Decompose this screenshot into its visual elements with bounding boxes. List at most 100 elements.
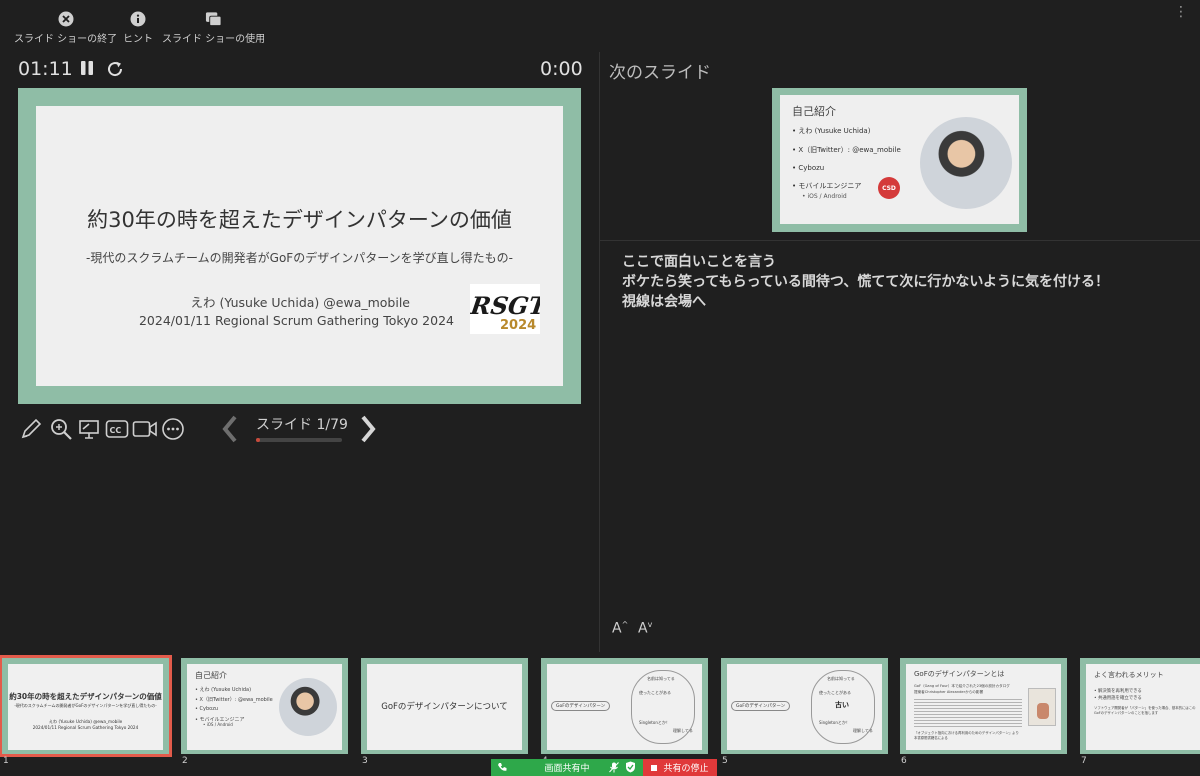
thumbnail-number: 3 [362,756,368,766]
notes-line: ここで面白いことを言う [622,254,776,270]
rsgt-logo: RSGT 2024 [468,284,551,334]
thumb-text: 提案者Christopher Alexanderからの影響 [914,690,984,694]
svg-text:2024: 2024 [500,318,536,333]
next-slide-item: • X（旧Twitter）: @ewa_mobile [792,146,901,154]
phone-icon [497,762,507,775]
slide-counter: スライド 1/79 [256,417,348,433]
stop-sharing-label: 共有の停止 [663,764,709,774]
windows-icon [205,10,222,27]
shield-icon [625,761,636,776]
thumb-date: 2024/01/11 Regional Scrum Gathering Toky… [32,725,139,730]
next-slide-title: 自己紹介 [792,105,836,118]
bubble-center: 古い [835,701,849,709]
thumb-text: GoF（Gang of Four）本で紹介された23個の設計カタログ [914,684,1010,688]
profile-photo [920,117,1012,209]
thumb-item: • えわ (Yusuke Uchida) [195,687,252,693]
elapsed-timer: 01:11 [18,58,73,80]
subtitles-icon[interactable]: CC [104,416,130,442]
thumb-item: • Cybozu [195,706,219,712]
pointer-icon[interactable] [76,416,102,442]
slide-subtitle: -現代のスクラムチームの開発者がGoFのデザインパターンを学び直し得たもの- [86,251,513,265]
thumb-title: GoFのデザインパターンとは [914,670,1005,678]
current-slide-content: 約30年の時を超えたデザインパターンの価値 -現代のスクラムチームの開発者がGo… [36,106,563,386]
thumbnail-slide-6[interactable]: GoFのデザインパターンとは GoF（Gang of Four）本で紹介された2… [900,658,1067,754]
next-slide-preview[interactable]: 自己紹介 • えわ (Yusuke Uchida) • X（旧Twitter）:… [772,88,1027,232]
previous-slide-button[interactable] [220,414,240,444]
thumb-label: GoFのデザインパターン [731,701,791,711]
thumb-title: GoFのデザインパターンについて [381,702,508,712]
thumbnail-number: 5 [722,756,728,766]
thumb-text: ソフトウェア開発者が「パターン」を使った場合、基本的にはこのGoFのデザインパタ… [1094,706,1196,715]
end-slideshow-button[interactable]: スライド ショーの終了 [14,10,117,45]
hint-button[interactable]: ヒント [123,10,153,45]
slide-thumbnail-strip: 約30年の時を超えたデザインパターンの価値 -現代のスクラムチームの開発者がGo… [0,655,1200,766]
thumbnail-slide-2[interactable]: 自己紹介 • えわ (Yusuke Uchida) • X（旧Twitter）:… [181,658,348,754]
stop-sharing-button[interactable]: 共有の停止 [643,759,717,776]
notes-divider[interactable] [600,240,1200,241]
bubble-text: 名前は知ってる [827,676,855,681]
svg-text:RSGT: RSGT [470,291,540,320]
csd-badge: CSD [878,177,900,199]
text-block [914,697,1022,727]
slide-author: えわ (Yusuke Uchida) @ewa_mobile [190,295,410,310]
bubble-text: Singletonとか！ [819,720,850,725]
slide-progress-bar [256,438,342,442]
thumbnail-number: 2 [182,756,188,766]
pause-icon[interactable] [80,60,94,80]
thumb-title: 自己紹介 [195,671,227,680]
more-options-icon[interactable] [160,416,186,442]
thumb-item: • 共通用語を確立できる [1094,696,1142,701]
bubble-text: 名前は知ってる [647,676,675,681]
thumbnail-slide-4[interactable]: GoFのデザインパターン 名前は知ってる 使ったことがある Singletonと… [541,658,708,754]
next-slide-item: • Cybozu [792,164,825,172]
next-slide-content: 自己紹介 • えわ (Yusuke Uchida) • X（旧Twitter）:… [780,95,1019,224]
slide-date-event: 2024/01/11 Regional Scrum Gathering Toky… [138,313,454,328]
pen-icon[interactable] [18,416,44,442]
bubble-text: Singletonとか！ [639,720,670,725]
bubble-text: 使ったことがある [639,690,671,695]
svg-text:CC: CC [110,426,122,435]
chevron-right-icon [361,415,376,443]
screen-share-bar: 画面共有中 共有の停止 [491,759,717,776]
notes-line: 視線は会場へ [622,294,706,310]
next-slide-item: • えわ (Yusuke Uchida) [792,127,871,135]
close-icon [57,10,74,27]
thumb-title: よく言われるメリット [1094,671,1164,679]
thumb-sub: -現代のスクラムチームの開発者がGoFのデザインパターンを学び直し得たもの- [14,703,157,708]
decrease-font-button[interactable]: Av [638,620,652,637]
speaker-notes: ここで面白いことを言う ボケたら笑ってもらっている間待つ、慌てて次に行かないよう… [622,252,1182,312]
camera-icon[interactable] [132,416,158,442]
chevron-left-icon [222,415,237,443]
pane-divider[interactable] [599,52,600,652]
bubble-text: 使ったことがある [819,690,851,695]
stop-icon [651,764,658,771]
notes-line: ボケたら笑ってもらっている間待つ、慌てて次に行かないように気を付ける！ [622,274,1110,290]
increase-font-button[interactable]: A^ [612,620,628,637]
thumb-title: 約30年の時を超えたデザインパターンの価値 [9,692,162,701]
next-slide-button[interactable] [358,414,378,444]
more-vertical-icon[interactable]: ⋮ [1174,4,1188,20]
thumbnail-slide-5[interactable]: GoFのデザインパターン 名前は知ってる 使ったことがある 古い Singlet… [721,658,888,754]
thumbnail-number: 6 [901,756,907,766]
mute-icon[interactable] [609,762,619,776]
thumb-item: • iOS / Android [203,722,233,727]
slide-title: 約30年の時を超えたデザインパターンの価値 [87,208,512,232]
thumb-item: • X（旧Twitter）: @ewa_mobile [195,697,273,703]
sharing-label: 画面共有中 [544,764,590,774]
sharing-indicator[interactable]: 画面共有中 [491,759,643,776]
thumbnail-slide-3[interactable]: GoFのデザインパターンについて [361,658,528,754]
bubble-text: 理解してる [853,728,873,733]
bubble-text: 理解してる [673,728,693,733]
book-cover-image [1028,688,1056,726]
end-slideshow-label: スライド ショーの終了 [14,34,118,45]
zoom-icon[interactable] [48,416,74,442]
thumbnail-number: 1 [3,756,9,766]
reset-icon[interactable] [106,60,124,82]
profile-photo [279,678,337,736]
current-slide[interactable]: 約30年の時を超えたデザインパターンの価値 -現代のスクラムチームの開発者がGo… [18,88,581,404]
thumbnail-slide-1[interactable]: 約30年の時を超えたデザインパターンの価値 -現代のスクラムチームの開発者がGo… [0,655,172,757]
thumbnail-slide-7[interactable]: よく言われるメリット • 解決策を再利用できる • 共通用語を確立できる ソフト… [1080,658,1200,754]
use-slideshow-button[interactable]: スライド ショーの使用 [162,10,265,45]
hint-label: ヒント [123,34,153,45]
next-slide-label: 次のスライド [609,63,711,83]
